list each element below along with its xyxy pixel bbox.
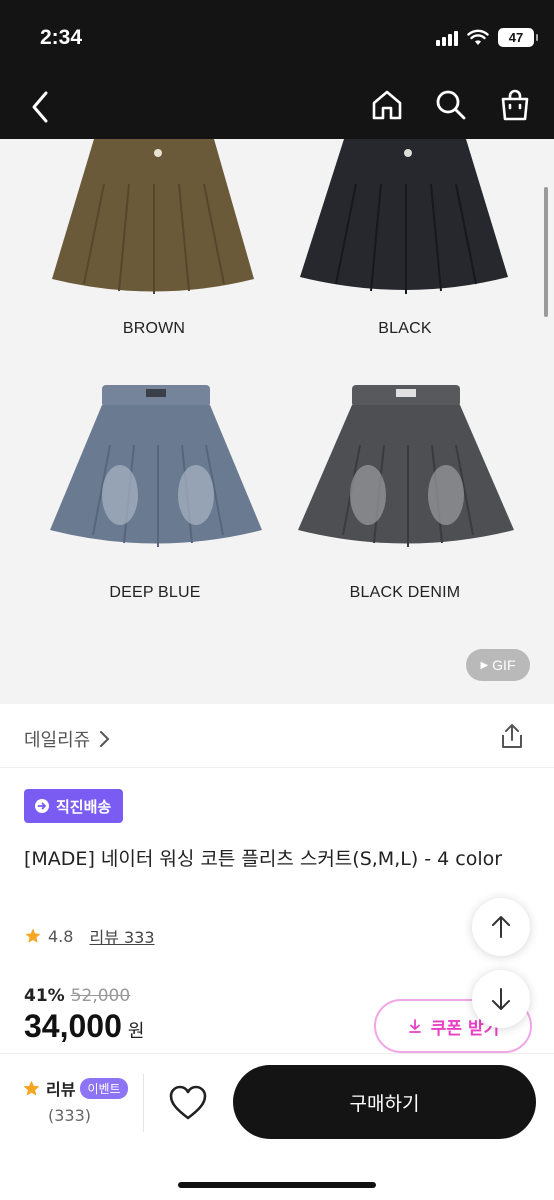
store-link[interactable]: 데일리쥬 <box>24 726 110 752</box>
status-time: 2:34 <box>40 26 83 49</box>
review-summary[interactable]: 리뷰 이벤트 (333) <box>22 1076 132 1125</box>
direct-delivery-badge: 직진배송 <box>24 789 124 823</box>
skirt-image-black-denim <box>298 385 514 547</box>
original-price: 52,000 <box>70 986 131 1006</box>
home-icon <box>372 90 402 120</box>
star-icon <box>25 928 41 943</box>
rating-value: 4.8 <box>48 926 74 946</box>
arrow-down-icon <box>492 988 510 1010</box>
review-label: 리뷰 <box>46 1080 76 1099</box>
chevron-left-icon <box>32 91 48 123</box>
divider <box>143 1074 144 1132</box>
skirt-image-brown <box>52 139 254 294</box>
chevron-right-icon <box>100 731 110 747</box>
skirt-image-deep-blue <box>50 385 262 547</box>
home-button[interactable] <box>370 88 404 122</box>
share-icon <box>502 724 522 748</box>
color-label-black-denim: BLACK DENIM <box>349 584 461 601</box>
search-button[interactable] <box>434 88 468 122</box>
badge-label: 직진배송 <box>56 797 112 816</box>
back-button[interactable] <box>26 88 56 126</box>
signal-icon <box>436 30 458 46</box>
gif-badge[interactable]: ▶ GIF <box>466 649 530 681</box>
gif-label: GIF <box>492 657 516 673</box>
scroll-bottom-button[interactable] <box>472 970 530 1028</box>
discount-rate: 41% <box>24 986 65 1006</box>
play-icon: ▶ <box>480 659 489 671</box>
status-icons: 47 <box>436 28 538 47</box>
search-icon <box>436 90 466 120</box>
wifi-icon <box>467 29 489 45</box>
color-label-black: BLACK <box>378 320 432 337</box>
review-count: (333) <box>48 1106 92 1125</box>
home-indicator <box>178 1182 376 1188</box>
review-link[interactable]: 리뷰 333 <box>89 924 154 948</box>
wishlist-button[interactable] <box>166 1082 210 1124</box>
delivery-arrow-icon <box>35 799 49 813</box>
star-icon <box>23 1080 40 1096</box>
discount-row: 41% 52,000 <box>24 986 130 1006</box>
cart-button[interactable] <box>498 88 532 122</box>
product-image-gallery[interactable]: BROWN BLACK DEEP BLUE BLACK DENIM ▶ GIF <box>0 139 554 704</box>
store-name: 데일리쥬 <box>24 730 91 751</box>
bottom-action-bar: 리뷰 이벤트 (333) 구매하기 <box>0 1053 554 1200</box>
product-title: [MADE] 네이터 워싱 코튼 플리츠 스커트(S,M,L) - 4 colo… <box>24 848 503 870</box>
sale-price: 34,000 원 <box>24 1008 144 1045</box>
scrollbar-thumb[interactable] <box>544 187 548 317</box>
skirt-image-black <box>300 139 508 294</box>
top-bar: 2:34 47 <box>0 0 554 139</box>
event-tag: 이벤트 <box>80 1077 128 1099</box>
color-label-deep-blue: DEEP BLUE <box>109 584 201 601</box>
price-value: 34,000 <box>24 1008 122 1044</box>
share-button[interactable] <box>498 722 526 750</box>
battery-icon: 47 <box>498 28 538 47</box>
nav-actions <box>370 88 532 122</box>
scroll-top-button[interactable] <box>472 898 530 956</box>
rating-row: 4.8 리뷰 333 <box>24 924 155 948</box>
buy-button[interactable]: 구매하기 <box>233 1065 536 1139</box>
color-label-brown: BROWN <box>122 320 186 337</box>
heart-icon <box>169 1085 207 1120</box>
shopping-bag-icon <box>501 89 529 121</box>
arrow-up-icon <box>492 916 510 938</box>
currency-label: 원 <box>127 1021 145 1042</box>
store-row: 데일리쥬 <box>0 704 554 768</box>
download-icon <box>408 1019 421 1033</box>
